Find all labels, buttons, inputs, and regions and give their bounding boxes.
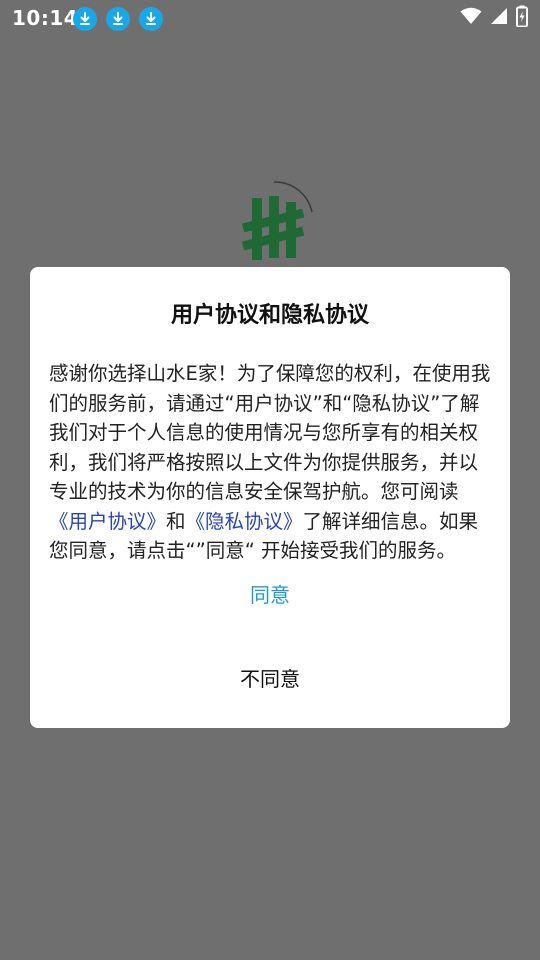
status-bar: 10:14	[0, 0, 540, 38]
download-icon	[73, 7, 97, 31]
dialog-title: 用户协议和隐私协议	[170, 303, 369, 328]
agree-button[interactable]: 同意	[30, 579, 510, 608]
dialog-body: 感谢你选择山水E家！为了保障您的权利，在使用我们的服务前，请通过“用户协议”和“…	[49, 359, 495, 566]
battery-charging-icon	[516, 5, 528, 31]
app-logo	[232, 176, 316, 266]
privacy-agreement-link[interactable]: 《隐私协议》	[186, 510, 303, 533]
body-text: 和	[166, 509, 186, 533]
status-time: 10:14	[12, 6, 79, 30]
agreement-dialog: 用户协议和隐私协议 感谢你选择山水E家！为了保障您的权利，在使用我们的服务前，请…	[30, 267, 510, 728]
download-icon	[139, 7, 163, 31]
cellular-signal-icon	[490, 7, 508, 29]
shanshui-logo-icon	[241, 181, 313, 260]
user-agreement-link[interactable]: 《用户协议》	[49, 510, 166, 533]
wifi-icon	[460, 7, 482, 29]
download-icon	[106, 7, 130, 31]
status-icons	[460, 5, 528, 31]
disagree-button[interactable]: 不同意	[30, 663, 510, 692]
body-text: 感谢你选择山水E家！为了保障您的权利，在使用我们的服务前，请通过“用户协议”和“…	[49, 362, 491, 503]
